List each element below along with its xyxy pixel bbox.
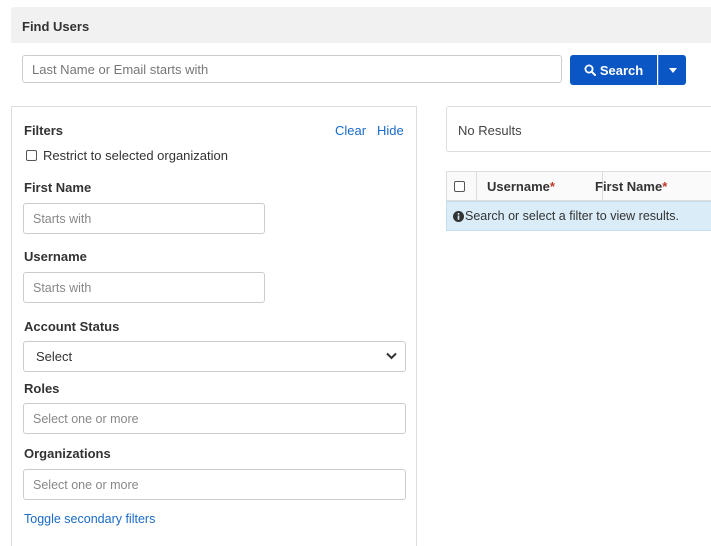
- results-status-text: No Results: [458, 123, 522, 138]
- column-first-name-label: First Name: [595, 179, 663, 194]
- column-divider: [476, 172, 477, 200]
- account-status-select[interactable]: Select: [23, 341, 406, 372]
- required-marker: *: [549, 179, 555, 194]
- restrict-organization-checkbox[interactable]: [26, 150, 37, 161]
- column-header-first-name[interactable]: First Name*: [595, 179, 667, 194]
- search-options-dropdown[interactable]: [658, 55, 686, 85]
- search-button[interactable]: Search: [570, 55, 657, 85]
- organizations-label: Organizations: [24, 446, 111, 461]
- column-username-label: Username: [487, 179, 550, 194]
- username-label: Username: [24, 249, 87, 264]
- username-input[interactable]: Starts with: [23, 272, 265, 303]
- info-icon: [453, 210, 464, 222]
- organizations-placeholder: Select one or more: [33, 477, 139, 492]
- roles-placeholder: Select one or more: [33, 411, 139, 426]
- toggle-secondary-filters-link[interactable]: Toggle secondary filters: [24, 512, 155, 526]
- organizations-multiselect[interactable]: Select one or more: [23, 469, 406, 500]
- results-status-panel: No Results: [446, 106, 711, 152]
- clear-filters-link[interactable]: Clear: [335, 123, 366, 138]
- caret-down-icon: [668, 67, 677, 73]
- select-all-checkbox[interactable]: [454, 181, 465, 192]
- results-info-message: Search or select a filter to view result…: [446, 201, 711, 231]
- page-title: Find Users: [22, 19, 90, 34]
- column-header-username[interactable]: Username*: [487, 179, 555, 194]
- first-name-input[interactable]: Starts with: [23, 203, 265, 234]
- filters-panel: Filters Clear Hide Restrict to selected …: [11, 106, 417, 546]
- filters-title: Filters: [24, 123, 64, 138]
- search-icon: [584, 64, 596, 76]
- chevron-down-icon: [386, 352, 397, 360]
- roles-multiselect[interactable]: Select one or more: [23, 403, 406, 434]
- required-marker: *: [662, 179, 668, 194]
- account-status-value: Select: [36, 349, 73, 364]
- username-placeholder: Starts with: [33, 280, 92, 295]
- search-button-label: Search: [599, 62, 644, 78]
- restrict-organization-label: Restrict to selected organization: [43, 148, 228, 163]
- first-name-label: First Name: [24, 180, 92, 195]
- results-info-text: Search or select a filter to view result…: [465, 209, 679, 223]
- find-users-header: Find Users: [11, 7, 711, 43]
- roles-label: Roles: [24, 381, 60, 396]
- first-name-placeholder: Starts with: [33, 211, 92, 226]
- search-input[interactable]: [22, 55, 562, 83]
- account-status-label: Account Status: [24, 319, 120, 334]
- hide-filters-link[interactable]: Hide: [377, 123, 404, 138]
- results-grid-header: Username* First Name*: [446, 171, 711, 201]
